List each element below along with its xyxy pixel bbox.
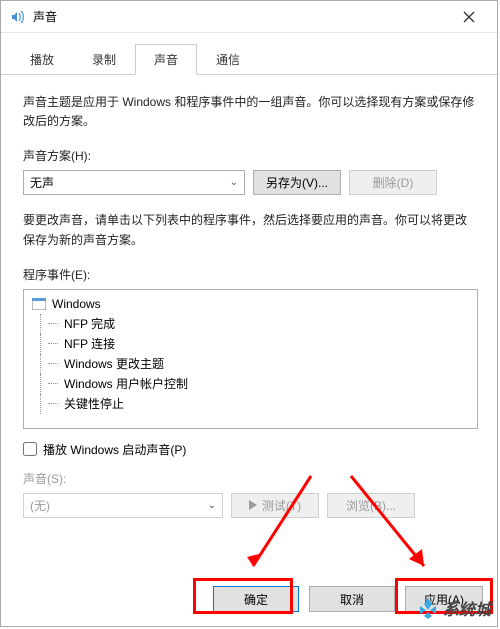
sound-label: 声音(S):: [23, 470, 475, 487]
window-title: 声音: [33, 8, 449, 25]
sound-dropdown: (无) ⌄: [23, 493, 223, 518]
tab-recording[interactable]: 录制: [73, 44, 135, 75]
play-startup-label: 播放 Windows 启动声音(P): [43, 441, 186, 458]
close-icon: [463, 11, 475, 23]
ok-button[interactable]: 确定: [213, 586, 299, 612]
close-button[interactable]: [449, 3, 489, 31]
play-startup-checkbox[interactable]: [23, 442, 37, 456]
titlebar: 声音: [1, 1, 497, 33]
sound-value: (无): [30, 497, 50, 514]
watermark-logo-icon: [417, 597, 439, 619]
tree-item: NFP 完成: [26, 314, 475, 334]
windows-icon: [32, 298, 46, 310]
events-label: 程序事件(E):: [23, 266, 475, 283]
program-events-tree[interactable]: Windows NFP 完成 NFP 连接 Windows 更改主题 Windo…: [23, 289, 478, 429]
play-icon: [249, 500, 257, 510]
theme-description: 声音主题是应用于 Windows 和程序事件中的一组声音。你可以选择现有方案或保…: [23, 93, 475, 131]
delete-button: 删除(D): [349, 170, 437, 195]
tab-sounds[interactable]: 声音: [135, 44, 197, 75]
tree-item: Windows 用户帐户控制: [26, 374, 475, 394]
watermark-text: 系统城: [443, 596, 491, 620]
tree-item: 关键性停止: [26, 394, 475, 414]
save-as-button[interactable]: 另存为(V)...: [253, 170, 341, 195]
scheme-value: 无声: [30, 174, 54, 191]
sound-icon: [9, 9, 25, 25]
browse-button: 浏览(B)...: [327, 493, 415, 518]
tree-item: Windows 更改主题: [26, 354, 475, 374]
tab-playback[interactable]: 播放: [11, 44, 73, 75]
chevron-down-icon: ⌄: [208, 500, 216, 511]
chevron-down-icon: ⌄: [230, 177, 238, 188]
cancel-button[interactable]: 取消: [309, 586, 395, 612]
tree-root-label: Windows: [52, 297, 101, 311]
events-description: 要更改声音，请单击以下列表中的程序事件，然后选择要应用的声音。你可以将更改保存为…: [23, 211, 475, 249]
scheme-dropdown[interactable]: 无声 ⌄: [23, 170, 245, 195]
watermark: 系统城: [417, 596, 491, 620]
tree-root: Windows: [26, 294, 475, 314]
scheme-label: 声音方案(H):: [23, 147, 475, 164]
tree-item: NFP 连接: [26, 334, 475, 354]
sound-dialog: 声音 播放 录制 声音 通信 声音主题是应用于 Windows 和程序事件中的一…: [0, 0, 498, 627]
tab-communications[interactable]: 通信: [197, 44, 259, 75]
tab-content: 声音主题是应用于 Windows 和程序事件中的一组声音。你可以选择现有方案或保…: [1, 75, 497, 528]
tab-strip: 播放 录制 声音 通信: [1, 33, 497, 75]
test-button: 测试(T): [231, 493, 319, 518]
